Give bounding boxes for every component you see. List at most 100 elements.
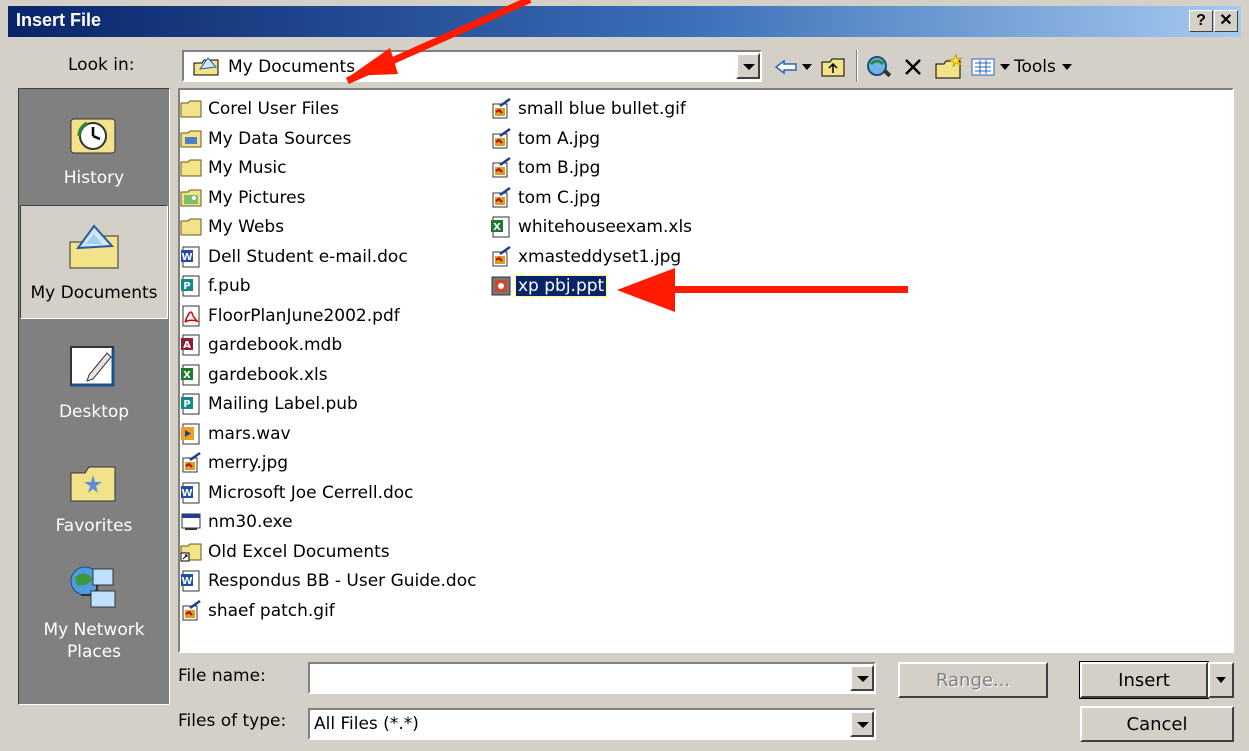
lookin-combo[interactable]: My Documents — [182, 50, 762, 82]
file-name: Corel User Files — [208, 99, 339, 119]
file-item-nm30-exe[interactable]: nm30.exe — [180, 509, 295, 535]
views-icon — [971, 58, 995, 76]
place-label: Desktop — [58, 402, 130, 422]
file-item-mars-wav[interactable]: mars.wav — [180, 421, 293, 447]
file-item-small-blue-bullet-gif[interactable]: small blue bullet.gif — [490, 96, 688, 122]
place-my-network-places[interactable]: My Network Places — [20, 547, 168, 677]
views-dropdown-button[interactable] — [998, 52, 1012, 82]
image-file-icon — [490, 156, 512, 179]
insert-label: Insert — [1118, 669, 1170, 691]
place-label: History — [63, 168, 125, 188]
file-name: xp pbj.ppt — [514, 275, 608, 297]
file-name: merry.jpg — [208, 453, 289, 473]
lookin-dropdown-button[interactable] — [736, 53, 760, 79]
svg-text:P: P — [183, 281, 190, 292]
excel-file-icon: X — [490, 216, 512, 238]
history-icon — [70, 118, 116, 154]
delete-button[interactable] — [898, 52, 928, 82]
powerpoint-file-icon — [490, 275, 512, 297]
place-history[interactable]: History — [20, 93, 168, 203]
exe-file-icon — [180, 511, 202, 533]
window-title: Insert File — [16, 10, 102, 30]
places-bar: History My Documents Desktop Favorites M… — [18, 88, 170, 705]
close-icon: ✕ — [1219, 12, 1233, 29]
favorites-icon — [70, 466, 116, 502]
file-item-tom-b-jpg[interactable]: tom B.jpg — [490, 155, 602, 181]
caret-down-icon — [802, 64, 812, 70]
file-item-my-music[interactable]: My Music — [180, 155, 289, 181]
insert-dropdown-button[interactable] — [1208, 662, 1234, 698]
file-item-gardebook-mdb[interactable]: Agardebook.mdb — [180, 332, 344, 358]
file-item-respondus-bb-user-guide-doc[interactable]: W Respondus BB - User Guide.doc — [180, 568, 478, 594]
my-documents-small-icon — [193, 57, 219, 76]
file-item-corel-user-files[interactable]: Corel User Files — [180, 96, 341, 122]
back-button[interactable] — [772, 52, 800, 82]
lookin-value: My Documents — [228, 57, 356, 77]
file-item-old-excel-documents[interactable]: Old Excel Documents — [180, 539, 392, 565]
file-item-shaef-patch-gif[interactable]: shaef patch.gif — [180, 598, 337, 624]
file-item-mailing-label-pub[interactable]: P Mailing Label.pub — [180, 391, 360, 417]
image-file-icon — [490, 245, 512, 268]
file-name: My Webs — [208, 217, 285, 237]
file-item-microsoft-joe-cerrell-doc[interactable]: W Microsoft Joe Cerrell.doc — [180, 480, 416, 506]
image-file-icon — [490, 127, 512, 150]
file-item-xp-pbj-ppt[interactable]: xp pbj.ppt — [490, 273, 608, 299]
file-name: My Data Sources — [208, 128, 352, 149]
svg-text:A: A — [183, 340, 191, 351]
delete-icon — [905, 59, 921, 75]
folder-file-icon — [180, 98, 202, 120]
filetype-combo[interactable]: All Files (*.*) — [308, 708, 876, 740]
help-button[interactable]: ? — [1189, 10, 1213, 32]
file-item-f-pub[interactable]: Pf.pub — [180, 273, 253, 299]
cancel-button[interactable]: Cancel — [1080, 706, 1234, 742]
cancel-label: Cancel — [1126, 713, 1188, 735]
place-desktop[interactable]: Desktop — [20, 327, 168, 437]
up-folder-button[interactable] — [818, 52, 848, 82]
range-button[interactable]: Range... — [898, 662, 1048, 698]
search-web-icon — [867, 56, 892, 78]
file-list[interactable]: Corel User Files My Data Sources My Music M… — [178, 88, 1234, 653]
excel-file-icon: X — [180, 364, 202, 386]
tools-menu-button[interactable]: Tools — [1014, 52, 1124, 82]
back-dropdown-button[interactable] — [800, 52, 814, 82]
file-item-tom-a-jpg[interactable]: tom A.jpg — [490, 126, 602, 152]
file-name: gardebook.xls — [208, 364, 328, 385]
filetype-dropdown-button[interactable] — [850, 711, 874, 737]
svg-text:X: X — [183, 370, 191, 381]
title-bar[interactable]: Insert File ? ✕ — [8, 6, 1241, 37]
network-places-icon — [70, 566, 116, 608]
filename-dropdown-button[interactable] — [850, 665, 874, 691]
file-name: shaef patch.gif — [208, 600, 335, 621]
close-button[interactable]: ✕ — [1214, 10, 1238, 32]
file-item-xmasteddyset1-jpg[interactable]: xmasteddyset1.jpg — [490, 244, 683, 270]
file-name: Old Excel Documents — [208, 541, 390, 562]
file-item-tom-c-jpg[interactable]: tom C.jpg — [490, 185, 603, 211]
file-item-floorplanjune2002-pdf[interactable]: FloorPlanJune2002.pdf — [180, 303, 402, 329]
file-item-merry-jpg[interactable]: merry.jpg — [180, 450, 290, 476]
place-favorites[interactable]: Favorites — [20, 441, 168, 551]
file-item-dell-student-e-mail-doc[interactable]: W Dell Student e-mail.doc — [180, 244, 410, 270]
filename-label: File name: — [178, 666, 266, 686]
caret-down-icon — [1000, 64, 1010, 70]
folder-file-icon — [180, 157, 202, 179]
file-name: Microsoft Joe Cerrell.doc — [208, 482, 414, 503]
file-item-my-data-sources[interactable]: My Data Sources — [180, 126, 353, 152]
views-button[interactable] — [968, 52, 998, 82]
filetype-value: All Files (*.*) — [314, 714, 419, 734]
filename-input[interactable] — [312, 666, 846, 690]
up-folder-icon — [821, 58, 845, 77]
file-item-my-pictures[interactable]: My Pictures — [180, 185, 307, 211]
file-name: xmasteddyset1.jpg — [518, 246, 682, 267]
new-folder-button[interactable] — [932, 52, 966, 82]
tools-label: Tools — [1014, 57, 1056, 77]
file-item-my-webs[interactable]: My Webs — [180, 214, 286, 240]
file-name: tom C.jpg — [518, 187, 601, 208]
filename-combo[interactable] — [308, 662, 876, 694]
insert-button[interactable]: Insert — [1079, 661, 1209, 699]
place-label: My Network Places — [43, 620, 145, 662]
file-item-gardebook-xls[interactable]: Xgardebook.xls — [180, 362, 330, 388]
search-web-button[interactable] — [862, 52, 896, 82]
file-item-whitehouseexam-xls[interactable]: Xwhitehouseexam.xls — [490, 214, 694, 240]
folder-file-icon — [180, 216, 202, 238]
place-my-documents[interactable]: My Documents — [20, 205, 168, 319]
